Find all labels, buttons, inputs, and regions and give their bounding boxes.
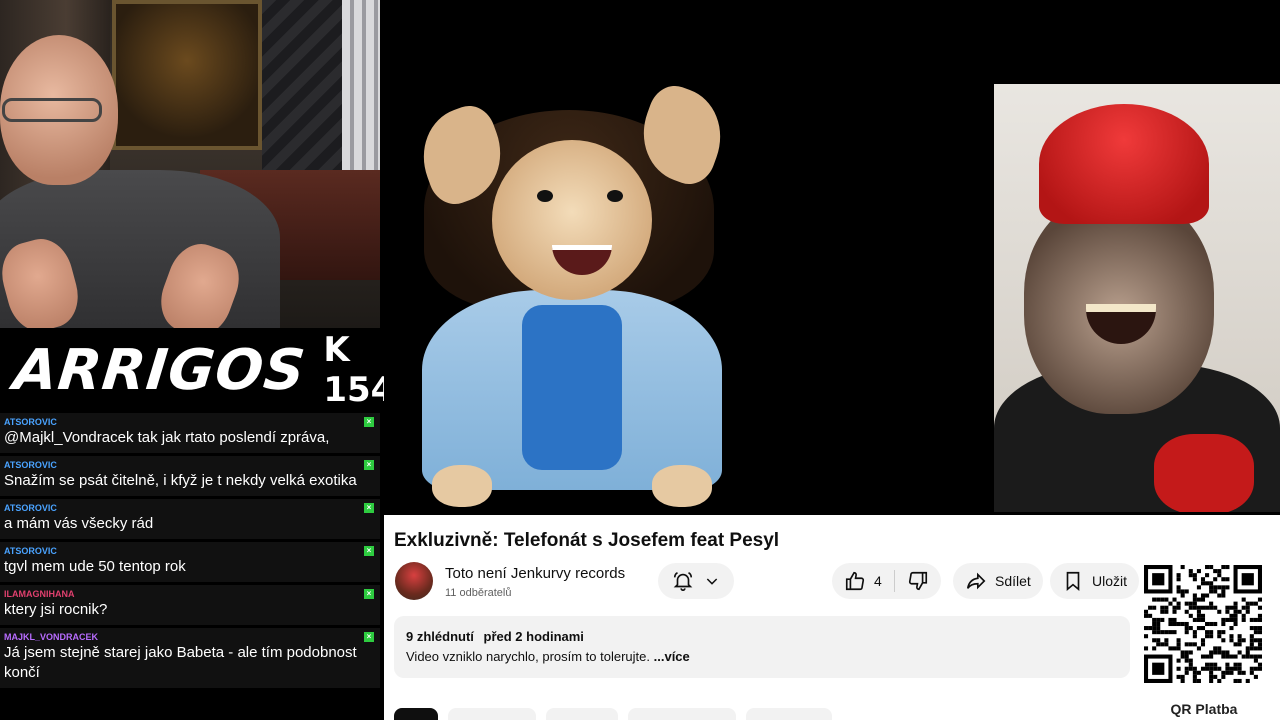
chat-message-text: @Majkl_Vondracek tak jak rtato poslendí … [4,429,330,446]
notification-bell-button[interactable] [658,563,734,599]
qr-label: QR Platba [1170,701,1238,717]
qr-payment: QR Platba [1139,561,1269,720]
x-platform-icon: × [364,417,374,427]
dog-tshirt [522,305,622,470]
save-button[interactable]: Uložit [1050,563,1140,599]
chat-panel: ATSOROVIC @Majkl_Vondracek tak jak rtato … [0,413,380,691]
chip-4[interactable] [628,708,736,720]
chat-username: ATSOROVIC [4,503,57,513]
filter-chips [394,708,832,720]
thumbs-down-icon[interactable] [907,570,929,592]
chat-message-text: ktery jsi rocnik? [4,601,108,618]
save-label: Uložit [1092,573,1128,589]
chip-all[interactable] [394,708,438,720]
share-icon [966,572,986,590]
dog-face [492,140,652,300]
publish-time: před 2 hodinami [483,629,584,644]
logo-text: ARRIGOS [10,337,309,403]
channel-name[interactable]: Toto není Jenkurvy records [445,565,625,582]
chat-message-text: tgvl mem ude 50 tentop rok [4,558,186,575]
chimp-guitar [1154,434,1254,512]
chat-username: ATSOROVIC [4,417,57,427]
webcam-feed [0,0,380,328]
chat-message-text: Snažím se psát čitelně, i kfyž je t nekd… [4,472,357,489]
video-player[interactable] [384,0,1280,512]
description-box[interactable]: 9 zhlédnutí před 2 hodinami Video vznikl… [394,616,1130,678]
chip-2[interactable] [448,708,536,720]
description-meta: 9 zhlédnutí před 2 hodinami [406,629,1118,644]
subscriber-count: 11 odběratelů [445,587,512,599]
video-image-chimpanzee [994,84,1280,512]
chat-message: ATSOROVIC a mám vás všecky rád × [0,499,380,542]
chip-5[interactable] [746,708,832,720]
chevron-down-icon [706,578,718,585]
webcam-painting [112,0,262,150]
chat-username: MAJKL_VONDRACEK [4,632,99,642]
bell-icon [673,572,693,591]
chat-message: ATSOROVIC Snažím se psát čitelně, i kfyž … [0,456,380,499]
thumbs-up-icon[interactable] [844,570,866,592]
chat-message: ILAMAGNIHANA ktery jsi rocnik? × [0,585,380,628]
chat-message: ATSOROVIC @Majkl_Vondracek tak jak rtato … [0,413,380,456]
stream-overlay-left: ARRIGOS K 154 ATSOROVIC @Majkl_Vondracek … [0,0,395,720]
like-count: 4 [874,573,882,589]
bookmark-icon [1066,571,1080,592]
video-image-chihuahua [402,79,735,510]
x-platform-icon: × [364,503,374,513]
chimp-red-cap [1039,104,1209,224]
streamer-glasses [2,98,102,122]
dog-eye-right [607,190,623,202]
chat-message: ATSOROVIC tgvl mem ude 50 tentop rok × [0,542,380,585]
dog-eye-left [537,190,553,202]
share-label: Sdílet [995,573,1031,589]
dog-paw-left [432,465,492,507]
x-platform-icon: × [364,460,374,470]
chat-username: ATSOROVIC [4,546,57,556]
x-platform-icon: × [364,546,374,556]
video-info-panel: Exkluzivně: Telefonát s Josefem feat Pes… [384,515,1280,720]
share-button[interactable]: Sdílet [953,563,1043,599]
video-title: Exkluzivně: Telefonát s Josefem feat Pes… [394,530,780,551]
chat-username: ILAMAGNIHANA [4,589,75,599]
chat-message: MAJKL_VONDRACEK Já jsem stejně starej jak… [0,628,380,691]
channel-avatar[interactable] [395,562,433,600]
show-more-link[interactable]: ...více [654,649,690,664]
chat-username: ATSOROVIC [4,460,57,470]
description-body: Video vzniklo narychlo, prosím to toleru… [406,649,650,664]
qr-code-icon [1144,565,1262,683]
webcam-white-panel [342,0,380,190]
like-divider [893,570,895,592]
chat-message-text: Já jsem stejně starej jako Babeta - ale … [4,644,357,681]
chat-message-text: a mám vás všecky rád [4,515,154,532]
description-text: Video vzniklo narychlo, prosím to toleru… [406,649,1118,664]
view-count: 9 zhlédnutí [406,629,474,644]
x-platform-icon: × [364,589,374,599]
chip-3[interactable] [546,708,618,720]
like-dislike-group: 4 [832,563,941,599]
x-platform-icon: × [364,632,374,642]
stream-logo: ARRIGOS K 154 [0,330,395,410]
dog-paw-right [652,465,712,507]
